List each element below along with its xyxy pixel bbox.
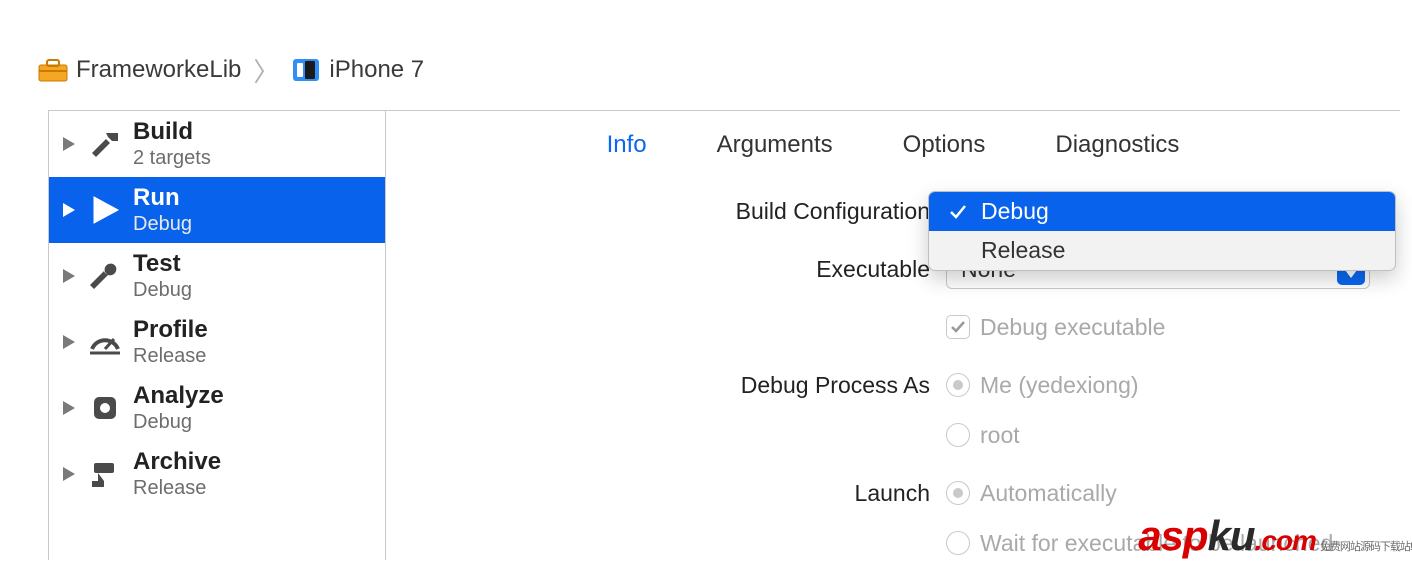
debug-process-me-label: Me (yedexiong): [980, 372, 1139, 399]
watermark-sub: 免费网站源码下载站!: [1320, 538, 1412, 554]
hammer-icon: [85, 129, 125, 159]
sidebar-item-subtitle: Release: [133, 345, 208, 367]
sidebar-item-title: Analyze: [133, 383, 224, 409]
breadcrumb-separator: 〉: [253, 52, 279, 89]
gauge-icon: [85, 327, 125, 357]
sidebar-item-archive[interactable]: Archive Release: [49, 441, 385, 507]
watermark: asp ku .com 免费网站源码下载站!: [1138, 512, 1412, 560]
disclosure-triangle-icon[interactable]: [61, 269, 77, 283]
sidebar-item-title: Test: [133, 251, 192, 277]
check-icon: [947, 204, 969, 220]
executable-label: Executable: [406, 256, 946, 283]
sidebar-item-subtitle: 2 targets: [133, 147, 211, 169]
disclosure-triangle-icon[interactable]: [61, 467, 77, 481]
sidebar-item-subtitle: Debug: [133, 213, 192, 235]
tab-arguments[interactable]: Arguments: [717, 131, 833, 159]
sidebar-item-subtitle: Debug: [133, 411, 224, 433]
build-configuration-label: Build Configuration: [406, 198, 946, 225]
toolbox-icon: [38, 58, 68, 82]
sidebar-item-title: Archive: [133, 449, 221, 475]
launch-label: Launch: [406, 480, 946, 507]
analyze-icon: [85, 393, 125, 423]
destination-selector[interactable]: iPhone 7: [291, 56, 424, 84]
launch-automatically-radio[interactable]: [946, 481, 970, 505]
build-configuration-dropdown: Debug Release: [928, 191, 1396, 271]
dropdown-option-label: Debug: [981, 198, 1049, 225]
dropdown-option-release[interactable]: Release: [929, 231, 1395, 270]
debug-executable-label: Debug executable: [980, 314, 1165, 341]
sidebar-item-analyze[interactable]: Analyze Debug: [49, 375, 385, 441]
destination-name: iPhone 7: [329, 56, 424, 84]
sidebar-item-title: Profile: [133, 317, 208, 343]
sidebar-item-title: Build: [133, 119, 211, 145]
debug-executable-checkbox[interactable]: [946, 315, 970, 339]
tab-diagnostics[interactable]: Diagnostics: [1055, 131, 1179, 159]
main-content: Info Arguments Options Diagnostics Build…: [386, 111, 1400, 560]
wrench-icon: [85, 261, 125, 291]
scheme-name: FrameworkeLib: [76, 56, 241, 84]
sidebar-item-subtitle: Debug: [133, 279, 192, 301]
launch-automatically-label: Automatically: [980, 480, 1117, 507]
debug-process-root-radio[interactable]: [946, 423, 970, 447]
archive-icon: [85, 459, 125, 489]
debug-process-root-label: root: [980, 422, 1020, 449]
sidebar-item-profile[interactable]: Profile Release: [49, 309, 385, 375]
disclosure-triangle-icon[interactable]: [61, 203, 77, 217]
breadcrumb-bar: FrameworkeLib 〉 iPhone 7: [0, 0, 1412, 110]
disclosure-triangle-icon[interactable]: [61, 335, 77, 349]
sidebar-item-subtitle: Release: [133, 477, 221, 499]
dropdown-option-debug[interactable]: Debug: [929, 192, 1395, 231]
scheme-editor-panel: Build 2 targets Run Debug: [48, 110, 1400, 560]
watermark-part: asp: [1138, 512, 1207, 560]
scheme-sidebar: Build 2 targets Run Debug: [49, 111, 386, 560]
scheme-selector[interactable]: FrameworkeLib: [38, 56, 241, 84]
sidebar-item-test[interactable]: Test Debug: [49, 243, 385, 309]
watermark-part: .com: [1255, 525, 1316, 557]
tab-info[interactable]: Info: [607, 131, 647, 159]
iphone-icon: [291, 57, 321, 83]
tab-options[interactable]: Options: [903, 131, 986, 159]
sidebar-item-title: Run: [133, 185, 192, 211]
debug-process-me-radio[interactable]: [946, 373, 970, 397]
watermark-part: ku: [1208, 512, 1255, 560]
disclosure-triangle-icon[interactable]: [61, 401, 77, 415]
sidebar-item-build[interactable]: Build 2 targets: [49, 111, 385, 177]
dropdown-option-label: Release: [981, 237, 1065, 264]
launch-wait-radio[interactable]: [946, 531, 970, 555]
tab-bar: Info Arguments Options Diagnostics: [386, 111, 1400, 179]
play-icon: [85, 195, 125, 225]
disclosure-triangle-icon[interactable]: [61, 137, 77, 151]
sidebar-item-run[interactable]: Run Debug: [49, 177, 385, 243]
debug-process-as-label: Debug Process As: [406, 372, 946, 399]
